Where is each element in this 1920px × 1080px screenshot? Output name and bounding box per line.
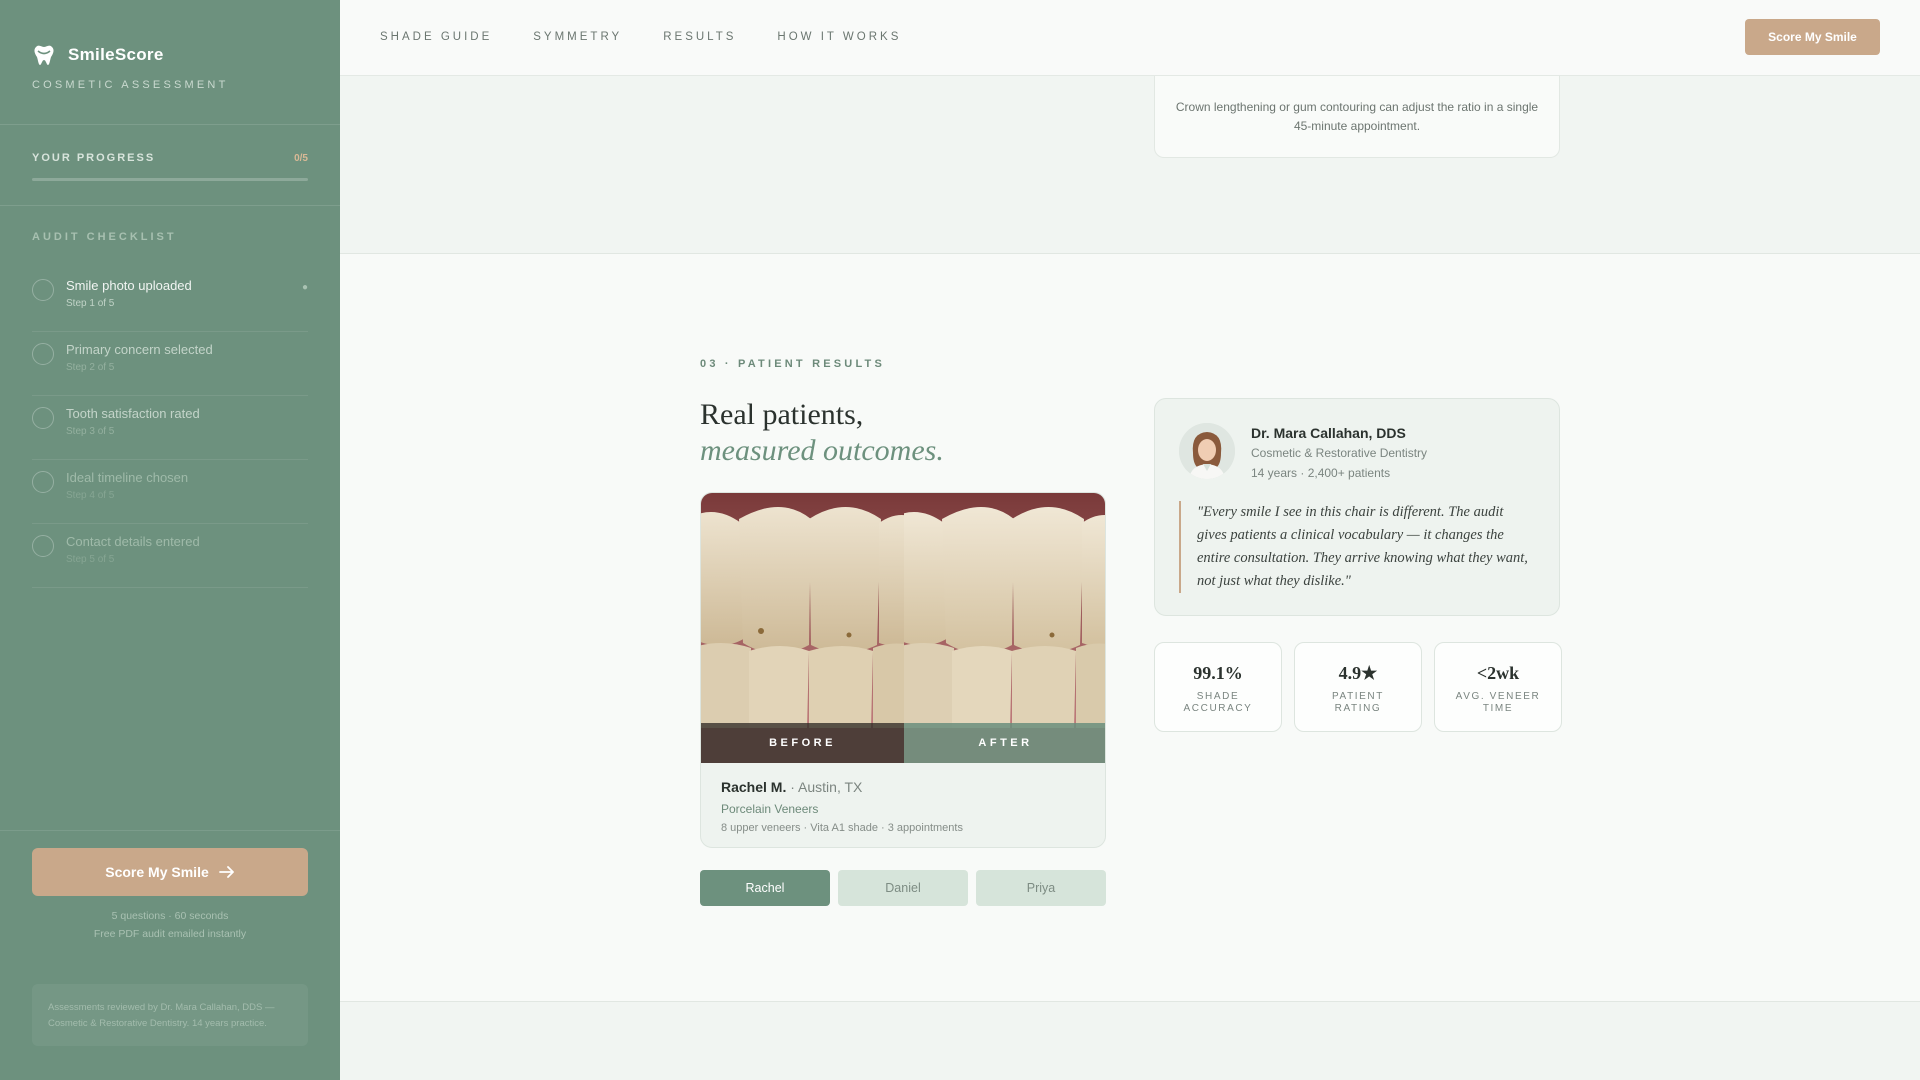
stat-patient-rating: 4.9★ PATIENT RATING (1294, 642, 1422, 732)
unchecked-circle-icon (32, 535, 54, 557)
how-it-works-section (340, 1002, 1920, 1080)
progress-label: YOUR PROGRESS (32, 152, 156, 164)
doctor-specialty: Cosmetic & Restorative Dentistry (1251, 446, 1428, 460)
brand-name: SmileScore (68, 45, 164, 64)
checklist-label: AUDIT CHECKLIST (32, 231, 177, 243)
nav-link-how-it-works[interactable]: HOW IT WORKS (777, 31, 901, 43)
current-step-dot-icon: ● (301, 282, 308, 293)
stat-value: <2wk (1476, 663, 1520, 683)
stat-label: AVG. VENEER TIME (1455, 691, 1541, 714)
checklist-item-step: Step 3 of 5 (66, 426, 115, 437)
stat-shade-accuracy: 99.1% SHADE ACCURACY (1154, 642, 1282, 732)
sidebar-score-button-label: Score My Smile (105, 864, 209, 880)
stat-label: SHADE ACCURACY (1183, 691, 1253, 714)
tab-rachel[interactable]: Rachel (700, 870, 830, 906)
before-photo: BEFORE (701, 493, 904, 763)
patient-treatment-details: 8 upper veneers · Vita A1 shade · 3 appo… (721, 822, 963, 834)
patient-location: · Austin, TX (790, 779, 863, 795)
tooth-logo-icon (34, 45, 54, 65)
checklist-item-step: Step 2 of 5 (66, 362, 115, 373)
progress-count: 0/5 (294, 153, 308, 164)
doctor-quote: "Every smile I see in this chair is diff… (1179, 501, 1531, 593)
sidebar-divider (0, 124, 340, 125)
tab-daniel[interactable]: Daniel (838, 870, 968, 906)
sidebar: SmileScore COSMETIC ASSESSMENT YOUR PROG… (0, 0, 340, 1080)
checklist-item-title: Primary concern selected (66, 342, 213, 357)
section-heading-accent: measured outcomes. (700, 434, 944, 467)
unchecked-circle-icon (32, 279, 54, 301)
checklist-item-step: Step 1 of 5 (66, 298, 115, 309)
nav-score-button[interactable]: Score My Smile (1745, 19, 1880, 55)
checklist-item-contact[interactable]: Contact details entered Step 5 of 5 (32, 524, 308, 588)
unchecked-circle-icon (32, 407, 54, 429)
patient-line: Rachel M. · Austin, TX (721, 779, 963, 795)
brand-subtitle: COSMETIC ASSESSMENT (32, 79, 229, 91)
checklist-item-concern[interactable]: Primary concern selected Step 2 of 5 (32, 332, 308, 396)
checklist-item-timeline[interactable]: Ideal timeline chosen Step 4 of 5 (32, 460, 308, 524)
unchecked-circle-icon (32, 343, 54, 365)
checklist-item-title: Ideal timeline chosen (66, 470, 189, 485)
checklist-item-photo[interactable]: Smile photo uploaded Step 1 of 5 ● (32, 268, 308, 332)
checklist-item-step: Step 4 of 5 (66, 490, 115, 501)
top-nav: SHADE GUIDE SYMMETRY RESULTS HOW IT WORK… (340, 0, 1920, 76)
patient-tabs: Rachel Daniel Priya (700, 870, 1106, 906)
checklist-item-step: Step 5 of 5 (66, 554, 115, 565)
stat-value: 4.9★ (1338, 663, 1378, 683)
stat-value: 99.1% (1193, 663, 1243, 683)
doctor-avatar (1179, 423, 1235, 479)
doctor-name: Dr. Mara Callahan, DDS (1251, 425, 1406, 441)
after-label: AFTER (904, 723, 1105, 763)
patient-treatment: Porcelain Veneers (721, 802, 819, 816)
reviewer-disclaimer: Assessments reviewed by Dr. Mara Callaha… (32, 984, 308, 1046)
section-eyebrow: 03 · PATIENT RESULTS (700, 358, 886, 370)
nav-link-results[interactable]: RESULTS (663, 31, 736, 43)
nav-link-symmetry[interactable]: SYMMETRY (533, 31, 622, 43)
checklist-item-title: Contact details entered (66, 534, 200, 549)
stat-label: PATIENT RATING (1332, 691, 1384, 714)
progress-bar (32, 178, 308, 181)
patient-info: Rachel M. · Austin, TX Porcelain Veneers… (721, 779, 963, 834)
before-after-card: BEFORE AFTER Rachel M. · Austin, TX Porc… (700, 492, 1106, 848)
brand[interactable]: SmileScore (32, 44, 164, 66)
unchecked-circle-icon (32, 471, 54, 493)
doctor-experience: 14 years · 2,400+ patients (1251, 466, 1391, 480)
nav-links: SHADE GUIDE SYMMETRY RESULTS HOW IT WORK… (380, 31, 901, 43)
sidebar-note-pdf: Free PDF audit emailed instantly (93, 928, 247, 940)
before-label: BEFORE (701, 723, 904, 763)
after-photo: AFTER (904, 493, 1105, 763)
sidebar-divider (0, 205, 340, 206)
patient-results-section: 03 · PATIENT RESULTS Real patients, meas… (340, 254, 1920, 1002)
section-heading: Real patients, (700, 398, 864, 431)
audit-checklist: Smile photo uploaded Step 1 of 5 ● Prima… (32, 268, 308, 588)
nav-link-shade-guide[interactable]: SHADE GUIDE (380, 31, 492, 43)
doctor-testimonial-card: Dr. Mara Callahan, DDS Cosmetic & Restor… (1154, 398, 1560, 616)
sidebar-note-questions: 5 questions · 60 seconds (111, 910, 229, 922)
checklist-item-title: Tooth satisfaction rated (66, 406, 200, 421)
patient-name: Rachel M. (721, 779, 787, 795)
sidebar-divider (0, 830, 340, 831)
stat-veneer-time: <2wk AVG. VENEER TIME (1434, 642, 1562, 732)
results-stats: 99.1% SHADE ACCURACY 4.9★ PATIENT RATING… (1154, 642, 1562, 732)
checklist-item-satisfaction[interactable]: Tooth satisfaction rated Step 3 of 5 (32, 396, 308, 460)
before-after-photo: BEFORE AFTER (701, 493, 1105, 763)
tab-priya[interactable]: Priya (976, 870, 1106, 906)
arrow-right-icon (218, 866, 234, 878)
symmetry-tip-text: Crown lengthening or gum contouring can … (1175, 100, 1539, 133)
doctor-portrait-icon (1179, 423, 1235, 479)
symmetry-tip-card: Crown lengthening or gum contouring can … (1154, 76, 1560, 158)
sidebar-score-button[interactable]: Score My Smile (32, 848, 308, 896)
symmetry-section: Crown lengthening or gum contouring can … (340, 76, 1920, 254)
checklist-item-title: Smile photo uploaded (66, 278, 192, 293)
